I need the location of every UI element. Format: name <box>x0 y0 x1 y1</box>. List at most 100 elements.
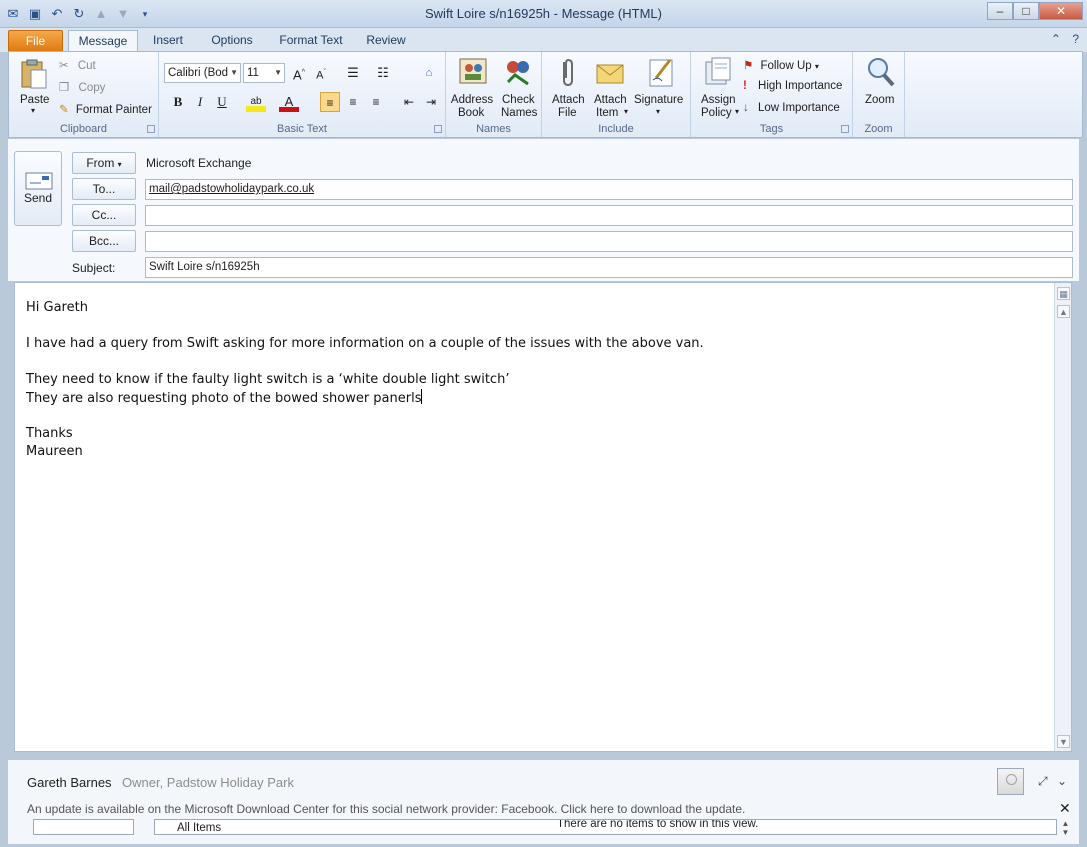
to-button[interactable]: To... <box>72 178 136 200</box>
attach-file-button[interactable]: Attach File <box>546 56 586 120</box>
decrease-indent-icon[interactable]: ⇤ <box>399 92 419 112</box>
font-size-value: 11 <box>247 67 259 79</box>
address-book-button[interactable]: Address Book <box>450 56 494 120</box>
activity-list[interactable]: All Items There are no items to show in … <box>154 819 1057 835</box>
attach-item-label-2: Item <box>596 107 619 119</box>
tab-options[interactable]: Options <box>204 30 260 52</box>
zoom-group: Zoom Zoom <box>853 52 905 137</box>
format-painter-button[interactable]: ✎ Format Painter <box>59 102 152 116</box>
copy-icon: ❐ <box>59 82 70 94</box>
follow-up-button[interactable]: ⚑ Follow Up ▾ <box>743 58 819 72</box>
address-book-icon <box>459 58 487 84</box>
ruler-toggle-icon[interactable]: ▦ <box>1057 287 1070 300</box>
update-notice[interactable]: An update is available on the Microsoft … <box>27 802 745 816</box>
message-body-text[interactable]: Hi Gareth I have had a query from Swift … <box>26 299 704 461</box>
body-line <box>26 407 704 425</box>
font-name-combo[interactable]: Calibri (Bod ▼ <box>164 63 241 83</box>
close-button[interactable]: ✕ <box>1039 2 1083 20</box>
underline-icon[interactable]: U <box>212 92 232 112</box>
bold-icon[interactable]: B <box>168 92 188 112</box>
ribbon-help-icons: ⌃ ? <box>1051 32 1079 46</box>
align-center-icon[interactable]: ≡ <box>343 92 363 112</box>
cc-field[interactable] <box>145 205 1073 226</box>
grow-font-icon[interactable]: A^ <box>289 63 309 83</box>
basic-text-group-label: Basic Text <box>277 123 327 135</box>
align-right-icon[interactable]: ≡ <box>366 92 386 112</box>
numbering-icon[interactable]: ☷ <box>373 63 393 83</box>
low-importance-button[interactable]: ↓ Low Importance <box>743 102 840 114</box>
shrink-font-icon[interactable]: Aˇ <box>311 63 331 83</box>
tags-group: Assign Policy ▾ ⚑ Follow Up ▾ ! High Imp… <box>691 52 853 137</box>
font-color-icon[interactable]: A <box>279 92 299 112</box>
assign-policy-label-2: Policy <box>701 107 732 119</box>
to-field[interactable]: mail@padstowholidaypark.co.uk <box>145 179 1073 200</box>
names-group-label: Names <box>476 123 511 135</box>
copy-button[interactable]: ❐ Copy <box>59 80 105 94</box>
clipboard-launcher-icon[interactable] <box>147 125 155 133</box>
window-controls: – □ ✕ <box>987 2 1083 20</box>
increase-indent-icon[interactable]: ⇥ <box>421 92 441 112</box>
ribbon-tabs: File Message Insert Options Format Text … <box>0 28 1087 52</box>
assign-policy-label-1: Assign <box>701 94 736 106</box>
subject-field[interactable]: Swift Loire s/n16925h <box>145 257 1073 278</box>
signature-button[interactable]: Signature ▾ <box>634 56 689 120</box>
from-button[interactable]: From ▾ <box>72 152 136 174</box>
check-names-button[interactable]: Check Names <box>496 56 540 120</box>
high-importance-button[interactable]: ! High Importance <box>743 80 842 92</box>
flag-icon: ⚑ <box>743 60 754 72</box>
check-names-label-2: Names <box>501 107 538 119</box>
title-bar: ✉ ▣ ↶ ↻ ▲ ▼ ▾ Swift Loire s/n16925h - Me… <box>0 0 1087 28</box>
message-body[interactable]: Hi Gareth I have had a query from Swift … <box>14 282 1072 752</box>
down-arrow-importance-icon: ↓ <box>743 102 749 114</box>
signature-label: Signature <box>634 94 684 106</box>
activity-row: All Items There are no items to show in … <box>14 819 1072 837</box>
contact-title: Owner, Padstow Holiday Park <box>122 775 294 790</box>
maximize-button[interactable]: □ <box>1013 2 1039 20</box>
expand-icon[interactable]: ⤢ <box>1038 774 1048 788</box>
body-line: They need to know if the faulty light sw… <box>26 372 510 387</box>
minimize-button[interactable]: – <box>987 2 1013 20</box>
bcc-button[interactable]: Bcc... <box>72 230 136 252</box>
activity-tab[interactable] <box>33 819 134 835</box>
tab-message[interactable]: Message <box>68 30 138 52</box>
italic-icon[interactable]: I <box>190 92 210 112</box>
all-items-label[interactable]: All Items <box>177 822 221 834</box>
help-icon[interactable]: ? <box>1072 32 1079 46</box>
bullets-icon[interactable]: ☰ <box>343 63 363 83</box>
paste-button[interactable]: Paste ▾ <box>13 56 53 118</box>
tab-format-text[interactable]: Format Text <box>273 30 349 52</box>
body-scrollbar[interactable]: ▦ ▲ ▼ <box>1054 283 1071 751</box>
zoom-group-label: Zoom <box>864 123 893 135</box>
collapse-chevron-icon[interactable]: ⌄ <box>1057 774 1067 788</box>
send-button[interactable]: Send <box>14 151 62 226</box>
activity-scroll-icon[interactable]: ▲ ▼ <box>1059 819 1072 837</box>
basic-text-launcher-icon[interactable] <box>434 125 442 133</box>
body-line: Thanks <box>26 426 73 441</box>
zoom-button[interactable]: Zoom <box>857 56 901 120</box>
attach-item-button[interactable]: Attach Item ▾ <box>588 56 632 120</box>
cc-button[interactable]: Cc... <box>72 204 136 226</box>
high-importance-label: High Importance <box>758 80 843 92</box>
scroll-down-icon[interactable]: ▼ <box>1057 735 1070 748</box>
window-title: Swift Loire s/n16925h - Message (HTML) <box>425 6 662 21</box>
align-left-icon[interactable]: ≡ <box>320 92 340 112</box>
send-label: Send <box>23 191 53 205</box>
tab-file[interactable]: File <box>8 30 63 52</box>
font-size-combo[interactable]: 11 ▼ <box>243 63 285 83</box>
avatar[interactable] <box>997 768 1024 795</box>
cut-button[interactable]: ✂ Cut <box>59 58 96 72</box>
tags-launcher-icon[interactable] <box>841 125 849 133</box>
assign-policy-button[interactable]: Assign Policy ▾ <box>695 56 741 120</box>
contact-name[interactable]: Gareth Barnes <box>27 775 112 790</box>
signature-icon <box>649 59 673 87</box>
highlight-icon[interactable]: ab <box>246 92 266 112</box>
tab-review[interactable]: Review <box>362 30 410 52</box>
minimize-ribbon-icon[interactable]: ⌃ <box>1051 32 1061 46</box>
cut-label: Cut <box>77 60 96 72</box>
styles-icon[interactable]: ⌂ <box>419 63 439 83</box>
tab-insert[interactable]: Insert <box>146 30 190 52</box>
close-notice-icon[interactable]: ✕ <box>1059 800 1071 817</box>
scroll-up-icon[interactable]: ▲ <box>1057 305 1070 318</box>
copy-label: Copy <box>78 82 106 94</box>
bcc-field[interactable] <box>145 231 1073 252</box>
